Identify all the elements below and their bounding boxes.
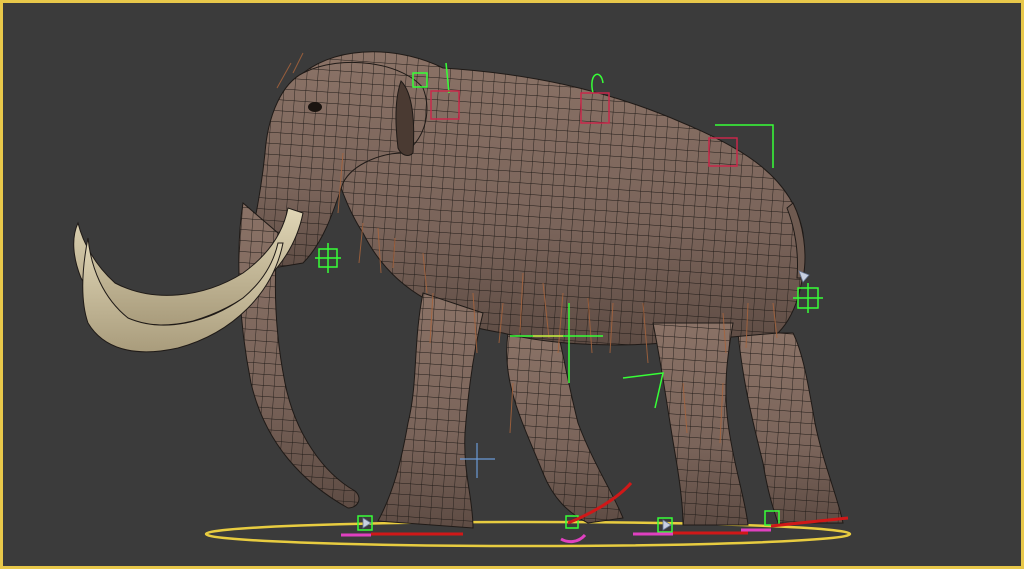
ground-ring[interactable] [204,520,852,548]
eye [308,102,322,112]
mammoth-scene[interactable] [3,3,1021,566]
viewport-perspective[interactable] [0,0,1024,569]
